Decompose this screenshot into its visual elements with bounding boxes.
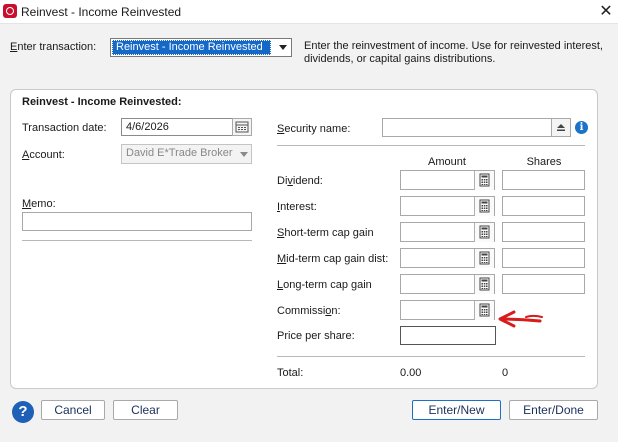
calculator-icon — [479, 173, 490, 187]
expand-list-icon — [557, 124, 565, 131]
commission-label: Commission: — [277, 305, 341, 317]
right-divider-top — [277, 145, 585, 146]
calculator-icon — [479, 303, 490, 317]
red-arrow-annotation — [498, 310, 543, 328]
clear-button[interactable]: Clear — [113, 400, 178, 420]
cancel-button[interactable]: Cancel — [41, 400, 105, 420]
security-name-input[interactable] — [382, 118, 552, 137]
transaction-date-value: 4/6/2026 — [126, 121, 169, 133]
transaction-date-label: Transaction date: — [22, 122, 107, 134]
calculator-button[interactable] — [474, 249, 494, 268]
mid-term-amount-input[interactable] — [400, 248, 495, 268]
quicken-logo-icon — [3, 4, 17, 18]
enter-done-button[interactable]: Enter/Done — [509, 400, 598, 420]
account-label: Account: — [22, 149, 65, 161]
interest-label: Interest: — [277, 201, 317, 213]
calculator-icon — [479, 251, 490, 265]
memo-input[interactable] — [22, 212, 252, 231]
left-divider — [22, 240, 252, 241]
transaction-date-input[interactable]: 4/6/2026 — [121, 118, 233, 136]
calculator-button[interactable] — [474, 223, 494, 242]
enter-transaction-value: Reinvest - Income Reinvested — [112, 40, 271, 55]
calendar-icon — [235, 121, 249, 133]
security-list-button[interactable] — [551, 118, 571, 137]
chevron-down-icon[interactable] — [277, 42, 289, 53]
short-term-amount-input[interactable] — [400, 222, 495, 242]
chevron-down-icon — [240, 152, 248, 157]
transaction-description: Enter the reinvestment of income. Use fo… — [304, 40, 603, 65]
mid-term-shares-input[interactable] — [502, 248, 585, 268]
mid-term-cap-gain-label: Mid-term cap gain dist: — [277, 253, 389, 265]
info-icon[interactable]: i — [575, 121, 588, 134]
dividend-label: Dividend: — [277, 175, 323, 187]
long-term-amount-input[interactable] — [400, 274, 495, 294]
short-term-cap-gain-label: Short-term cap gain — [277, 227, 374, 239]
interest-amount-input[interactable] — [400, 196, 495, 216]
calculator-button[interactable] — [474, 301, 494, 320]
calendar-button[interactable] — [232, 118, 252, 136]
dividend-shares-input[interactable] — [502, 170, 585, 190]
calculator-icon — [479, 277, 490, 291]
calculator-button[interactable] — [474, 171, 494, 190]
security-name-label: Security name: — [277, 123, 351, 135]
help-icon[interactable]: ? — [12, 401, 34, 423]
memo-label: Memo: — [22, 198, 56, 210]
account-value: David E*Trade Broker — [126, 147, 233, 159]
window-title: Reinvest - Income Reinvested — [21, 5, 182, 19]
section-title: Reinvest - Income Reinvested: — [22, 96, 182, 108]
short-term-shares-input[interactable] — [502, 222, 585, 242]
account-select[interactable]: David E*Trade Broker — [121, 144, 252, 164]
amount-column-header: Amount — [428, 156, 466, 168]
interest-shares-input[interactable] — [502, 196, 585, 216]
close-icon[interactable]: ✕ — [594, 0, 618, 24]
enter-transaction-label: Enter transaction: — [10, 41, 97, 53]
enter-transaction-select[interactable]: Reinvest - Income Reinvested — [110, 38, 292, 57]
calculator-button[interactable] — [474, 275, 494, 294]
price-per-share-label: Price per share: — [277, 330, 355, 342]
long-term-shares-input[interactable] — [502, 274, 585, 294]
price-per-share-input[interactable] — [400, 326, 496, 345]
total-shares: 0 — [502, 367, 509, 379]
total-amount: 0.00 — [400, 367, 422, 379]
long-term-cap-gain-label: Long-term cap gain — [277, 279, 372, 291]
right-divider-bottom — [277, 356, 585, 357]
calculator-button[interactable] — [474, 197, 494, 216]
calculator-icon — [479, 199, 490, 213]
calculator-icon — [479, 225, 490, 239]
commission-input[interactable] — [400, 300, 495, 320]
enter-new-button[interactable]: Enter/New — [412, 400, 501, 420]
dividend-amount-input[interactable] — [400, 170, 495, 190]
total-label: Total: — [277, 367, 304, 379]
shares-column-header: Shares — [526, 156, 562, 168]
